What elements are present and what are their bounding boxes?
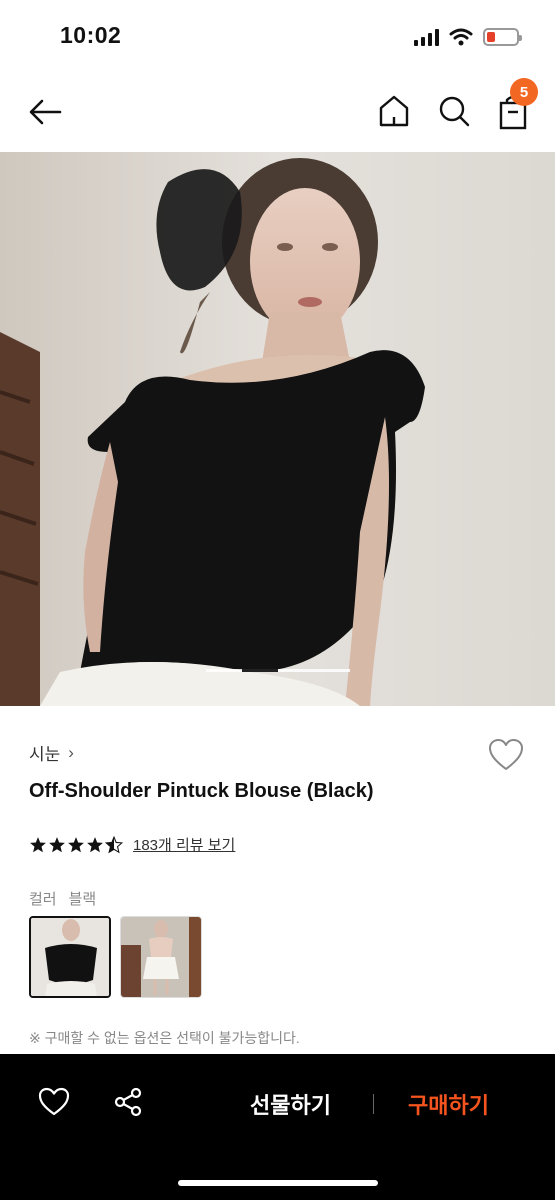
search-icon[interactable] <box>436 92 472 130</box>
color-label: 컬러 <box>29 891 57 908</box>
rating-row: 183개 리뷰 보기 <box>29 834 235 855</box>
color-swatch-black[interactable] <box>29 916 111 998</box>
star-icon <box>87 836 103 852</box>
home-icon[interactable] <box>376 92 412 130</box>
chevron-right-icon: › <box>68 742 74 762</box>
half-star-icon <box>105 835 123 853</box>
color-swatch-pink[interactable] <box>120 916 202 998</box>
color-option-row: 컬러 블랙 <box>29 888 96 909</box>
share-icon[interactable] <box>112 1086 144 1118</box>
buy-button[interactable]: 구매하기 <box>408 1088 489 1120</box>
signal-icon <box>414 28 439 46</box>
battery-icon <box>483 28 522 46</box>
option-notice: ※ 구매할 수 없는 옵션은 선택이 불가능합니다. <box>29 1030 300 1046</box>
bottom-action-bar: 선물하기 구매하기 <box>0 1054 555 1200</box>
wifi-icon <box>449 28 473 46</box>
star-icon <box>30 836 46 852</box>
review-link[interactable]: 183개 리뷰 보기 <box>133 834 235 855</box>
color-value: 블랙 <box>68 891 97 908</box>
back-arrow-icon[interactable] <box>26 92 66 132</box>
gift-button[interactable]: 선물하기 <box>250 1088 331 1120</box>
product-title: Off-Shoulder Pintuck Blouse (Black) <box>29 780 374 802</box>
star-icon <box>68 836 84 852</box>
action-divider <box>373 1094 374 1114</box>
status-time: 10:02 <box>60 22 122 48</box>
status-icons <box>414 24 522 50</box>
status-bar: 10:02 <box>0 0 555 72</box>
image-indicator <box>206 669 350 672</box>
wishlist-heart-icon[interactable] <box>488 738 524 772</box>
home-indicator <box>178 1180 378 1186</box>
product-image[interactable] <box>0 152 555 706</box>
brand-link[interactable]: 시눈 › <box>29 740 74 765</box>
cart-count-badge: 5 <box>510 78 538 106</box>
product-photo <box>0 152 555 706</box>
nav-bar <box>0 72 555 152</box>
brand-name: 시눈 <box>29 745 61 764</box>
heart-icon[interactable] <box>38 1086 70 1118</box>
rating-stars <box>29 835 123 854</box>
star-icon <box>49 836 65 852</box>
